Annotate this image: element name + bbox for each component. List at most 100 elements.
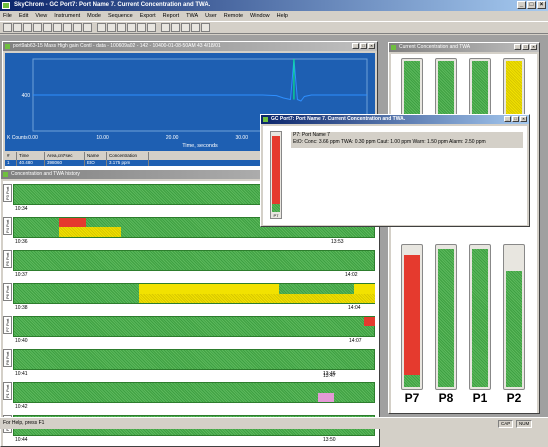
end-time: 13:50 — [323, 437, 336, 443]
y-tick-label: 400 — [22, 93, 31, 99]
tube-fill — [438, 249, 454, 387]
minimize-button[interactable]: _ — [517, 1, 526, 9]
history-row-p1[interactable]: P1 Port 10:42 13:47 — [3, 373, 379, 413]
toolbar — [0, 21, 548, 34]
popup-body: P7 P7: Port Name 7 EtO: Conc: 3.66 ppm T… — [263, 126, 527, 225]
menu-export[interactable]: Export — [140, 11, 156, 21]
warn-segment — [139, 284, 279, 294]
alarm-segment — [364, 317, 375, 326]
menu-window[interactable]: Window — [250, 11, 270, 21]
x-tick-label: 30.00 — [235, 135, 248, 141]
history-row-p6[interactable]: P6 Port 10:38 14:04 — [3, 280, 379, 314]
minimize-button[interactable]: _ — [352, 43, 359, 49]
menu-help[interactable]: Help — [277, 11, 288, 21]
port-name-line: P7: Port Name 7 — [293, 132, 330, 138]
port-detail-window[interactable]: GC Port7: Port Name 7. Current Concentra… — [260, 114, 530, 227]
folder-icon[interactable] — [43, 23, 52, 32]
concentration-bars-window[interactable]: Current Concentration and TWA _ □ × P7 P8 … — [388, 42, 540, 414]
end-time: 13:53 — [331, 239, 344, 245]
series-line — [33, 58, 367, 102]
port-label: P6 Port — [3, 283, 12, 301]
save-icon[interactable] — [23, 23, 32, 32]
menu-user[interactable]: User — [205, 11, 217, 21]
maximize-button[interactable]: □ — [527, 1, 536, 9]
table-cell: 3.175 ppm — [107, 160, 149, 166]
end-time: 14:02 — [345, 272, 358, 278]
range-icon[interactable] — [181, 23, 190, 32]
menu-edit[interactable]: Edit — [19, 11, 28, 21]
chart-icon[interactable] — [53, 23, 62, 32]
lamp-icon[interactable] — [73, 23, 82, 32]
column-header: Name — [85, 152, 107, 160]
app-title: SkyChrom - GC Port7: Port Name 7. Curren… — [14, 2, 211, 8]
twa-segment — [139, 294, 375, 303]
app-icon — [2, 2, 10, 9]
mdi-workspace: port9ab63-15 Mass High gain Contl - data… — [0, 35, 548, 447]
menu-file[interactable]: File — [3, 11, 12, 21]
zoom-icon[interactable] — [171, 23, 180, 32]
tube-fill-alarm — [272, 136, 280, 204]
grid-icon[interactable] — [63, 23, 72, 32]
alarm-icon[interactable] — [147, 23, 156, 32]
tube-p7[interactable] — [401, 244, 423, 390]
table-icon[interactable] — [201, 23, 210, 32]
minimize-button[interactable]: _ — [514, 44, 521, 50]
warn-segment — [354, 284, 375, 294]
history-row-p7[interactable]: P7 Port 10:40 14:07 — [3, 313, 379, 347]
popup-title: GC Port7: Port Name 7. Current Concentra… — [271, 116, 406, 122]
open-icon[interactable] — [13, 23, 22, 32]
tube-p2[interactable] — [503, 244, 525, 390]
window-icon — [391, 45, 396, 50]
status-bar: For Help, press F1 CAP NUM — [0, 417, 548, 429]
minimize-button[interactable]: _ — [504, 116, 511, 122]
history-row-p5[interactable]: P5 Port 10:37 14:02 — [3, 247, 379, 281]
history-bar — [13, 382, 375, 403]
column-header: Time — [17, 152, 45, 160]
menu-sequence[interactable]: Sequence — [108, 11, 133, 21]
close-button[interactable]: × — [520, 116, 527, 122]
maximize-button[interactable]: □ — [360, 43, 367, 49]
start-time: 10:40 — [15, 338, 28, 344]
close-button[interactable]: × — [537, 1, 546, 9]
stop-icon[interactable] — [107, 23, 116, 32]
tube-fill-alarm — [404, 255, 420, 375]
sequence-icon[interactable] — [117, 23, 126, 32]
menu-bar: File Edit View Instrument Mode Sequence … — [0, 11, 548, 21]
x-tick-label: 0.00 — [28, 135, 38, 141]
maximize-button[interactable]: □ — [512, 116, 519, 122]
menu-twa[interactable]: TWA — [186, 11, 198, 21]
play-icon[interactable] — [97, 23, 106, 32]
tube-fill — [472, 249, 488, 387]
close-button[interactable]: × — [368, 43, 375, 49]
bars-icon[interactable] — [191, 23, 200, 32]
tube-p8[interactable] — [435, 244, 457, 390]
bars-title-bar[interactable]: Current Concentration and TWA _ □ × — [389, 43, 539, 52]
port-info: P7: Port Name 7 EtO: Conc: 3.66 ppm TWA:… — [291, 132, 523, 148]
start-time: 10:42 — [15, 404, 28, 410]
bars-body: P7 P8 P1 P2 — [391, 54, 537, 413]
tube-label-p2: P2 — [506, 391, 522, 405]
tube-p1[interactable] — [469, 244, 491, 390]
cursor-icon[interactable] — [161, 23, 170, 32]
calibrate-icon[interactable] — [127, 23, 136, 32]
chromatogram-title-bar[interactable]: port9ab63-15 Mass High gain Contl - data… — [3, 42, 377, 51]
close-button[interactable]: × — [530, 44, 537, 50]
record-icon[interactable] — [137, 23, 146, 32]
column-header: Concentration — [107, 152, 149, 160]
menu-view[interactable]: View — [35, 11, 47, 21]
menu-report[interactable]: Report — [163, 11, 180, 21]
end-time: 13:47 — [323, 373, 336, 379]
maximize-button[interactable]: □ — [522, 44, 529, 50]
help-icon[interactable] — [83, 23, 92, 32]
new-icon[interactable] — [3, 23, 12, 32]
menu-mode[interactable]: Mode — [87, 11, 101, 21]
bars-title: Current Concentration and TWA — [399, 44, 471, 50]
popup-title-bar[interactable]: GC Port7: Port Name 7. Current Concentra… — [261, 115, 529, 124]
print-icon[interactable] — [33, 23, 42, 32]
menu-remote[interactable]: Remote — [224, 11, 243, 21]
start-time: 10:36 — [15, 239, 28, 245]
port-label: P8 Port — [3, 349, 12, 367]
tube-fill — [404, 375, 420, 387]
menu-instrument[interactable]: Instrument — [54, 11, 80, 21]
window-icon — [3, 172, 8, 177]
